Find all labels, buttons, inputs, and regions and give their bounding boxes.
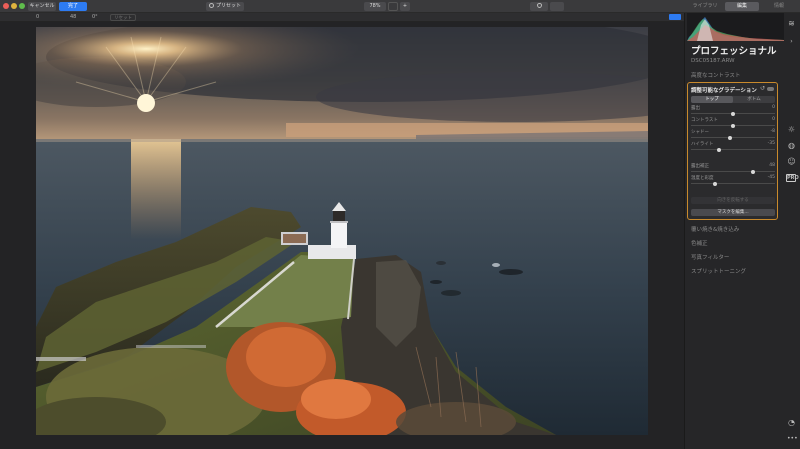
slider-value: -8 <box>770 129 776 134</box>
slider-track <box>691 181 775 186</box>
slider-knob[interactable] <box>731 111 735 116</box>
slider-knob[interactable] <box>731 123 735 128</box>
segment-bottom[interactable]: ボトム <box>733 96 775 103</box>
tab-edit[interactable]: 編集 <box>725 2 759 11</box>
slider-track <box>691 169 775 174</box>
more-icon[interactable]: ••• <box>787 434 798 443</box>
close-window-button[interactable] <box>3 3 9 9</box>
toolbar-exposure-value[interactable]: 0 <box>36 14 39 21</box>
segment-top[interactable]: トップ <box>691 96 733 103</box>
slider-label: 露出 <box>691 106 700 111</box>
section-advanced-contrast[interactable]: 高度なコントラスト <box>691 71 740 79</box>
tab-library[interactable]: ライブラリ <box>688 2 722 11</box>
tab-info[interactable]: 情報 <box>762 2 796 11</box>
slider-track <box>691 123 775 128</box>
slider-knob[interactable] <box>751 169 756 174</box>
preset-button[interactable]: プリセット <box>206 2 244 11</box>
slider-value: 0 <box>772 105 775 110</box>
section-dodge-burn[interactable]: 覆い焼き&焼き込み <box>691 225 739 233</box>
histogram-graph <box>687 17 784 41</box>
gradient-toggle[interactable] <box>767 87 774 91</box>
edit-panel: プロフェッショナル DSC05187.ARW 高度なコントラスト 調整可能なグラ… <box>684 13 800 449</box>
section-color-correction[interactable]: 色補正 <box>691 239 708 247</box>
slider-label: 露出補正 <box>691 164 709 169</box>
file-name: DSC05187.ARW <box>691 58 735 64</box>
layers-icon[interactable]: ≋ <box>787 19 796 28</box>
slider-label: ハイライト <box>691 142 714 147</box>
photo-lighthouse[interactable] <box>36 27 648 435</box>
slider-knob[interactable] <box>727 135 732 140</box>
toolbar-size-value[interactable]: 48 <box>70 14 76 21</box>
preset-label: プリセット <box>215 3 241 9</box>
compare-button[interactable] <box>530 2 548 11</box>
slider-track <box>691 147 775 152</box>
slider-knob[interactable] <box>712 181 717 186</box>
face-icon[interactable]: ☺ <box>787 157 796 166</box>
minimize-window-button[interactable] <box>11 3 17 9</box>
slider-highlights[interactable]: ハイライト -35 <box>691 141 775 152</box>
eye-icon <box>536 3 542 8</box>
slider-label: シャドー <box>691 130 709 135</box>
slider-exposure[interactable]: 露出 0 <box>691 105 775 116</box>
slider-value: 48 <box>769 163 775 168</box>
edit-mask-button[interactable]: マスクを編集... <box>691 209 775 216</box>
section-photo-filter[interactable]: 写真フィルター <box>691 253 729 261</box>
slider-label: 温度と彩度 <box>691 176 714 181</box>
toolbar-done-button[interactable] <box>669 14 681 20</box>
gradient-toolbar: 0 48 0° リセット <box>0 13 684 22</box>
zoom-dropdown[interactable]: 78% <box>364 2 386 11</box>
slider-track <box>691 111 775 116</box>
cancel-button[interactable]: キャンセル <box>28 2 56 11</box>
sun-icon[interactable]: ☼ <box>787 125 796 134</box>
histogram <box>687 13 784 41</box>
tool-rail: ≋ › ☼ ◍ ☺ PRO ◔ ••• <box>784 13 800 449</box>
adjustable-gradient-panel: 調整可能なグラデーション ↺ トップ ボトム 露出 0 コントラスト 0 シャド… <box>687 82 778 220</box>
chevron-icon[interactable]: › <box>787 37 796 46</box>
gradient-segment-control: トップ ボトム <box>691 96 775 103</box>
slider-label: コントラスト <box>691 118 718 123</box>
slider-value: 0 <box>772 117 775 122</box>
title-bar: キャンセル 完了 プリセット 78% + ライブラリ 編集 情報 <box>0 0 800 13</box>
clock-icon[interactable]: ◔ <box>787 418 796 427</box>
slider-value: -35 <box>767 141 775 146</box>
slider-saturation[interactable]: 温度と彩度 -45 <box>691 175 775 186</box>
crop-button[interactable] <box>550 2 564 11</box>
slider-knob[interactable] <box>716 147 721 152</box>
slider-shadows[interactable]: シャドー -8 <box>691 129 775 140</box>
pro-icon[interactable]: PRO <box>786 174 799 182</box>
preset-icon <box>208 3 214 8</box>
flip-direction-button[interactable]: 向きを反転する <box>691 197 775 204</box>
zoom-in-button[interactable]: + <box>400 2 410 11</box>
slider-warmth[interactable]: 露出補正 48 <box>691 163 775 174</box>
reset-icon[interactable]: ↺ <box>760 86 765 92</box>
palette-icon[interactable]: ◍ <box>787 141 796 150</box>
zoom-out-button[interactable] <box>388 2 398 11</box>
slider-contrast[interactable]: コントラスト 0 <box>691 117 775 128</box>
slider-value: -45 <box>767 175 775 180</box>
gradient-title: 調整可能なグラデーション <box>691 88 757 94</box>
zoom-window-button[interactable] <box>19 3 25 9</box>
toolbar-angle-value[interactable]: 0° <box>92 14 98 21</box>
image-canvas[interactable] <box>0 22 684 449</box>
panel-title: プロフェッショナル <box>691 46 777 57</box>
photo-image <box>36 27 648 435</box>
apply-button[interactable]: 完了 <box>59 2 87 11</box>
slider-track <box>691 135 775 140</box>
toolbar-reset-button[interactable]: リセット <box>110 14 136 21</box>
section-split-toning[interactable]: スプリットトーニング <box>691 267 746 275</box>
